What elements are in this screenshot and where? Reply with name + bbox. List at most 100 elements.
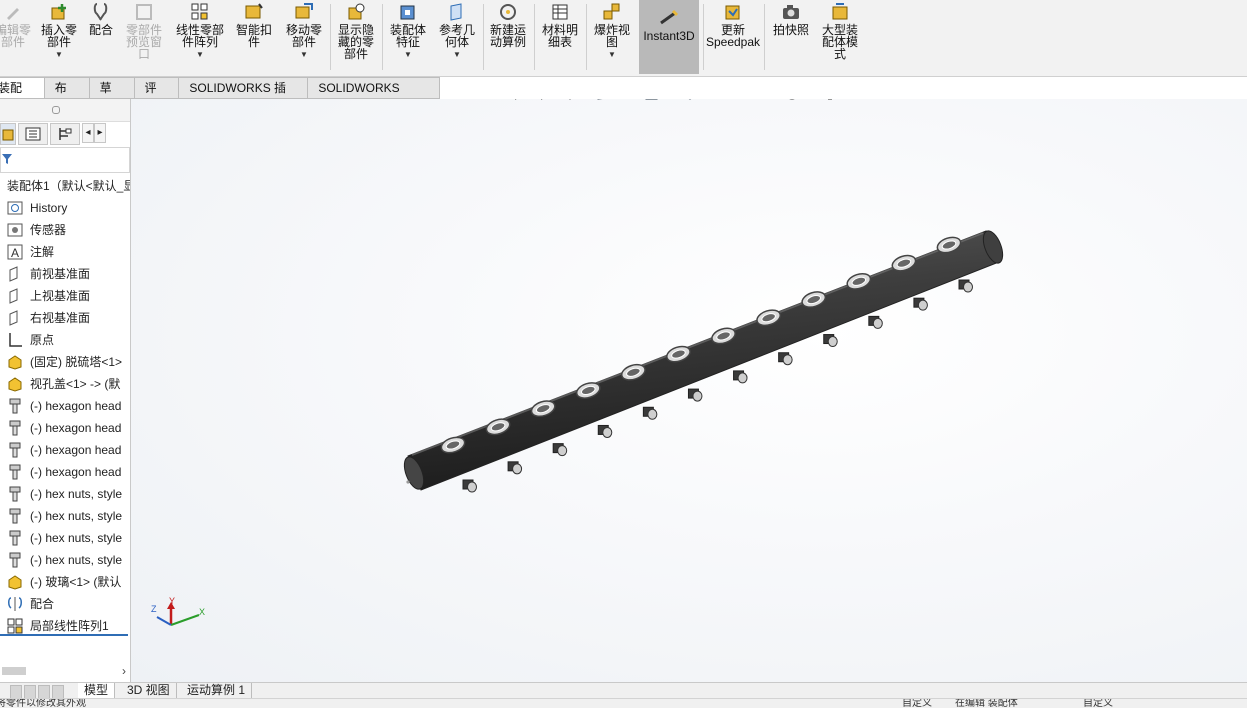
component-preview-button[interactable]: 零部件 预览窗 口 (122, 2, 166, 72)
smart-fasteners-icon (244, 2, 264, 22)
nozzle[interactable] (462, 479, 477, 493)
nozzle[interactable] (642, 406, 658, 420)
triad-x-label: X (199, 607, 205, 617)
tab-motion-study-1[interactable]: 运动算例 1 (181, 683, 253, 698)
move-component-button[interactable]: 移动零 部件 ▼ (282, 2, 326, 72)
nozzle[interactable] (552, 443, 568, 457)
section-view-icon[interactable] (589, 99, 611, 102)
tree-item-front-plane[interactable]: 前视基准面 (0, 263, 130, 285)
chevron-down-icon[interactable]: ▼ (453, 49, 461, 61)
tab-evaluate[interactable]: 评估 (134, 77, 180, 115)
bill-of-materials-button[interactable]: 材料明 细表 (538, 2, 582, 72)
nozzle[interactable] (958, 279, 973, 293)
bill-of-materials-icon (550, 2, 570, 22)
tree-item-top-plane[interactable]: 上视基准面 (0, 285, 130, 307)
hide-show-items-icon[interactable] (717, 99, 739, 102)
ribbon-separator (534, 4, 535, 70)
tree-item-desulfurization-tower[interactable]: (固定) 脱硫塔<1> (0, 351, 130, 373)
edit-appearance-icon[interactable] (755, 99, 777, 102)
tab-model[interactable]: 模型 (78, 683, 116, 698)
assembly-feature-button[interactable]: 装配体 特征 ▼ (386, 2, 430, 72)
nozzle[interactable] (868, 315, 883, 329)
update-speedpak-button[interactable]: 更新 Speedpak (706, 2, 760, 72)
nozzle[interactable] (597, 424, 613, 438)
filter-icon[interactable] (1, 152, 15, 166)
view-orientation-icon[interactable] (641, 99, 663, 102)
tree-filter-bar[interactable] (0, 147, 130, 173)
graphics-area[interactable]: Z Y X ▼ ▼ ▼ ▼ ▼ ◧ ◨ — ❐ ✕ (131, 99, 1247, 682)
nozzle[interactable] (687, 388, 703, 402)
tab-scroll-right[interactable]: ▸ (94, 123, 106, 143)
new-motion-study-button[interactable]: 新建运 动算例 (486, 2, 530, 72)
model-canvas[interactable]: Z Y X (131, 99, 1247, 682)
tab-sketch[interactable]: 草图 (89, 77, 135, 115)
nozzle[interactable] (823, 334, 838, 348)
tree-rollback-bar[interactable] (0, 634, 128, 636)
show-hidden-components-button[interactable]: 显示隐 藏的零 部件 (334, 2, 378, 72)
tab-solidworks-mbd[interactable]: SOLIDWORKS MBD (308, 77, 440, 115)
tree-item-history[interactable]: History (0, 197, 130, 219)
instant3d-button[interactable]: Instant3D (639, 0, 699, 74)
tab-layout[interactable]: 布局 (44, 77, 90, 115)
linear-pattern-button[interactable]: 线性零部 件阵列 ▼ (172, 2, 228, 72)
nozzle[interactable] (507, 461, 523, 475)
tree-item-hexagon-head-3[interactable]: (-) hexagon head (0, 439, 130, 461)
last-tab-icon[interactable] (52, 685, 64, 699)
tree-item-annotations[interactable]: A 注解 (0, 241, 130, 263)
nozzle[interactable] (733, 370, 748, 384)
tree-item-hex-nuts-3[interactable]: (-) hex nuts, style (0, 527, 130, 549)
tree-item-sensors[interactable]: 传感器 (0, 219, 130, 241)
first-tab-icon[interactable] (10, 685, 22, 699)
display-style-icon[interactable] (679, 99, 701, 102)
dynamic-annotation-icon[interactable] (615, 99, 637, 102)
pipe-manifold-model[interactable] (400, 228, 1006, 491)
smart-fasteners-button[interactable]: 智能扣 件 (233, 2, 275, 72)
tree-item-hex-nuts-4[interactable]: (-) hex nuts, style (0, 549, 130, 571)
insert-component-button[interactable]: 插入零 部件 ▼ (38, 2, 80, 72)
scroll-right-icon[interactable]: › (122, 664, 126, 678)
tree-item-hex-nuts-1[interactable]: (-) hex nuts, style (0, 483, 130, 505)
tree-item-hexagon-head-1[interactable]: (-) hexagon head (0, 395, 130, 417)
tab-assembly[interactable]: 装配体 (0, 77, 45, 115)
chevron-down-icon[interactable]: ▼ (404, 49, 412, 61)
panel-splitter-dot[interactable] (52, 106, 60, 114)
chevron-down-icon[interactable]: ▼ (196, 49, 204, 61)
chevron-down-icon[interactable]: ▼ (608, 49, 616, 61)
tree-item-sight-hole-cover[interactable]: 视孔盖<1> -> (默 (0, 373, 130, 395)
tree-item-hex-nuts-2[interactable]: (-) hex nuts, style (0, 505, 130, 527)
tab-scroll-left[interactable]: ◂ (82, 123, 94, 143)
bolt-icon (7, 464, 23, 480)
next-tab-icon[interactable] (38, 685, 50, 699)
tab-solidworks-addins[interactable]: SOLIDWORKS 插件 (179, 77, 309, 115)
configuration-manager-tab[interactable] (50, 123, 80, 145)
exploded-view-button[interactable]: 爆炸视 图 ▼ (590, 2, 634, 72)
apply-scene-icon[interactable] (781, 99, 803, 102)
tree-item-glass[interactable]: (-) 玻璃<1> (默认 (0, 571, 130, 593)
tree-item-right-plane[interactable]: 右视基准面 (0, 307, 130, 329)
property-manager-tab[interactable] (18, 123, 48, 145)
zoom-to-fit-icon[interactable] (511, 99, 533, 102)
tree-item-hexagon-head-4[interactable]: (-) hexagon head (0, 461, 130, 483)
edit-component-button[interactable]: 编辑零 部件 (0, 2, 34, 72)
chevron-down-icon[interactable]: ▼ (55, 49, 63, 61)
snapshot-button[interactable]: 拍快照 (768, 2, 814, 72)
mate-button[interactable]: 配合 (86, 2, 116, 72)
chevron-down-icon[interactable]: ▼ (300, 49, 308, 61)
zoom-to-area-icon[interactable] (537, 99, 559, 102)
tree-item-hexagon-head-2[interactable]: (-) hexagon head (0, 417, 130, 439)
tree-item-mates[interactable]: 配合 (0, 593, 130, 615)
tree-root-assembly[interactable]: 装配体1（默认<默认_显 (0, 175, 130, 197)
reference-geometry-button[interactable]: 参考几 何体 ▼ (435, 2, 479, 72)
feature-manager-tab[interactable] (0, 123, 16, 145)
previous-view-icon[interactable] (563, 99, 585, 102)
nozzle[interactable] (778, 352, 793, 366)
view-settings-icon[interactable] (819, 99, 841, 102)
tree-horizontal-scrollbar[interactable]: › (0, 664, 130, 678)
tab-3d-views[interactable]: 3D 视图 (121, 683, 177, 698)
scrollbar-thumb[interactable] (2, 667, 26, 675)
nozzle[interactable] (913, 297, 928, 311)
previous-tab-icon[interactable] (24, 685, 36, 699)
bottom-nozzles[interactable] (462, 279, 973, 493)
tree-item-origin[interactable]: 原点 (0, 329, 130, 351)
large-assembly-mode-button[interactable]: 大型装 配体模 式 (818, 2, 862, 72)
